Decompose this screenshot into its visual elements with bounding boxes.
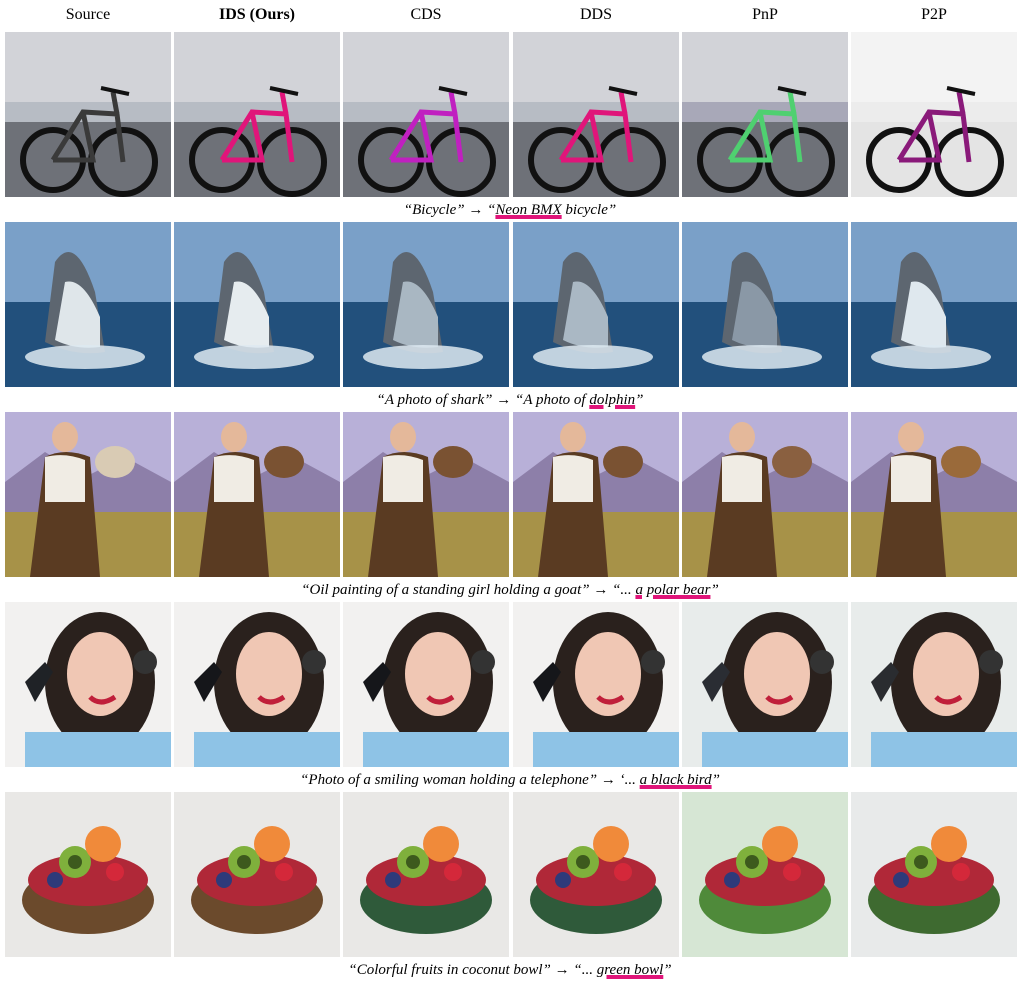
image-woman-5	[851, 602, 1017, 767]
column-title-cds: CDS	[410, 6, 442, 23]
image-woman-2	[343, 602, 509, 767]
image-shark-3	[513, 222, 679, 387]
caption-suffix: ”	[710, 582, 719, 598]
image-bicycle-4	[682, 32, 848, 197]
image-bicycle-3	[513, 32, 679, 197]
painting-thumbnail	[682, 412, 848, 577]
image-shark-0	[5, 222, 171, 387]
caption-prefix: “Photo of a smiling woman holding a tele…	[300, 772, 640, 788]
image-painting-1	[174, 412, 340, 577]
caption-prefix: “Bicycle” → “	[403, 202, 496, 218]
image-painting-2	[343, 412, 509, 577]
bicycle-thumbnail	[343, 32, 509, 197]
caption-bicycle: “Bicycle” → “Neon BMX bicycle”	[0, 200, 1020, 220]
woman-thumbnail	[174, 602, 340, 767]
woman-thumbnail	[851, 602, 1017, 767]
caption-suffix: ”	[635, 392, 644, 408]
image-fruit-3	[513, 792, 679, 957]
caption-shark: “A photo of shark” → “A photo of dolphin…	[0, 390, 1020, 410]
image-woman-0	[5, 602, 171, 767]
caption-highlight: green bowl	[596, 962, 664, 978]
column-title-pnp: PnP	[752, 6, 778, 23]
image-woman-4	[682, 602, 848, 767]
painting-thumbnail	[343, 412, 509, 577]
caption-highlight: a black bird	[639, 772, 712, 788]
fruit-thumbnail	[513, 792, 679, 957]
image-woman-3	[513, 602, 679, 767]
image-painting-0	[5, 412, 171, 577]
image-fruit-1	[174, 792, 340, 957]
woman-thumbnail	[5, 602, 171, 767]
painting-thumbnail	[851, 412, 1017, 577]
painting-thumbnail	[5, 412, 171, 577]
shark-thumbnail	[682, 222, 848, 387]
shark-thumbnail	[851, 222, 1017, 387]
bicycle-thumbnail	[174, 32, 340, 197]
bicycle-thumbnail	[513, 32, 679, 197]
fruit-thumbnail	[682, 792, 848, 957]
image-shark-4	[682, 222, 848, 387]
image-painting-4	[682, 412, 848, 577]
image-bicycle-2	[343, 32, 509, 197]
column-title-ids-ours: IDS (Ours)	[218, 6, 295, 23]
image-bicycle-5	[851, 32, 1017, 197]
fruit-thumbnail	[5, 792, 171, 957]
image-fruit-2	[343, 792, 509, 957]
woman-thumbnail	[513, 602, 679, 767]
painting-thumbnail	[513, 412, 679, 577]
caption-painting: “Oil painting of a standing girl holding…	[0, 580, 1020, 600]
column-title-dds: DDS	[579, 6, 612, 23]
shark-thumbnail	[343, 222, 509, 387]
caption-highlight: Neon BMX	[495, 202, 562, 218]
caption-prefix: “Colorful fruits in coconut bowl” → “...	[348, 962, 597, 978]
shark-thumbnail	[174, 222, 340, 387]
bicycle-thumbnail	[682, 32, 848, 197]
caption-woman: “Photo of a smiling woman holding a tele…	[0, 770, 1020, 790]
shark-thumbnail	[513, 222, 679, 387]
caption-suffix: ”	[711, 772, 720, 788]
painting-thumbnail	[174, 412, 340, 577]
image-bicycle-1	[174, 32, 340, 197]
woman-thumbnail	[682, 602, 848, 767]
caption-highlight: a polar bear	[635, 582, 711, 598]
image-fruit-0	[5, 792, 171, 957]
caption-suffix: bicycle”	[561, 202, 617, 218]
fruit-thumbnail	[851, 792, 1017, 957]
caption-fruit: “Colorful fruits in coconut bowl” → “...…	[0, 960, 1020, 980]
fruit-thumbnail	[174, 792, 340, 957]
column-title-source: Source	[65, 6, 111, 23]
bicycle-thumbnail	[5, 32, 171, 197]
image-bicycle-0	[5, 32, 171, 197]
column-header-row: Source IDS (Ours) CDS DDS PnP P2P	[0, 4, 1020, 26]
image-fruit-4	[682, 792, 848, 957]
caption-prefix: “Oil painting of a standing girl holding…	[301, 582, 636, 598]
fruit-thumbnail	[343, 792, 509, 957]
image-shark-2	[343, 222, 509, 387]
caption-prefix: “A photo of shark” → “A photo of	[376, 392, 590, 408]
image-painting-5	[851, 412, 1017, 577]
woman-thumbnail	[343, 602, 509, 767]
image-woman-1	[174, 602, 340, 767]
caption-suffix: ”	[663, 962, 672, 978]
caption-highlight: dolphin	[589, 392, 636, 408]
image-shark-1	[174, 222, 340, 387]
image-painting-3	[513, 412, 679, 577]
image-fruit-5	[851, 792, 1017, 957]
shark-thumbnail	[5, 222, 171, 387]
column-title-p2p: P2P	[921, 6, 947, 23]
bicycle-thumbnail	[851, 32, 1017, 197]
image-shark-5	[851, 222, 1017, 387]
